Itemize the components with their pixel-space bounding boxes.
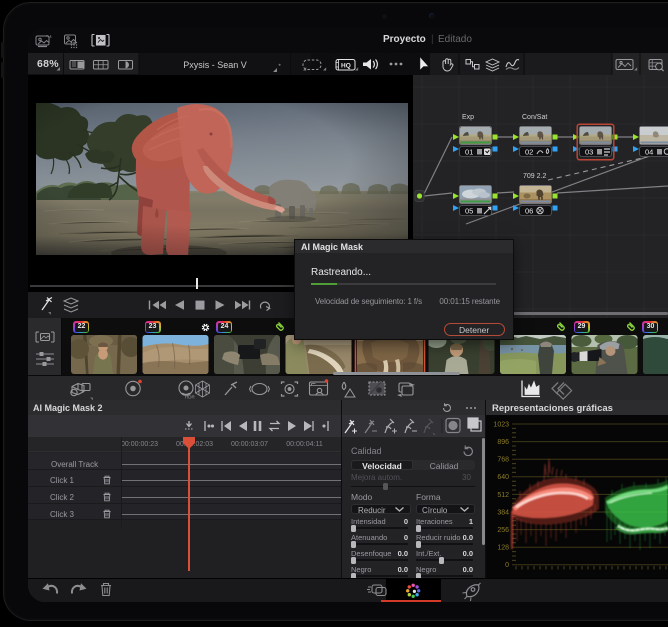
svg-text:05: 05 bbox=[465, 207, 473, 216]
svg-text:896: 896 bbox=[497, 439, 509, 446]
svg-text:512: 512 bbox=[497, 491, 509, 498]
svg-text:04: 04 bbox=[645, 148, 653, 157]
svg-text:HQ: HQ bbox=[341, 63, 351, 70]
svg-text:01: 01 bbox=[465, 148, 473, 157]
svg-text:02: 02 bbox=[525, 148, 533, 157]
svg-text:128: 128 bbox=[497, 544, 509, 551]
svg-text:06: 06 bbox=[525, 207, 533, 216]
svg-text:1023: 1023 bbox=[493, 421, 509, 428]
svg-text:768: 768 bbox=[497, 456, 509, 463]
svg-text:640: 640 bbox=[497, 474, 509, 481]
svg-text:384: 384 bbox=[497, 509, 509, 516]
svg-text:256: 256 bbox=[497, 527, 509, 534]
svg-text:0: 0 bbox=[505, 562, 509, 569]
svg-text:03: 03 bbox=[585, 148, 593, 157]
svg-text:HDR: HDR bbox=[185, 395, 195, 400]
